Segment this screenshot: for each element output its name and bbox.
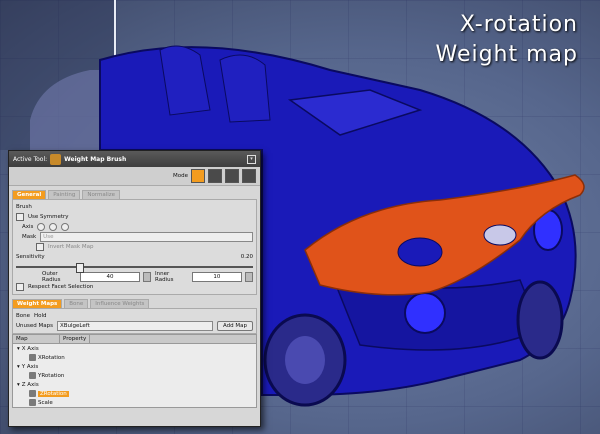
sub-tab-hold[interactable]: Hold [34, 313, 47, 319]
tab-influence-weights[interactable]: Influence Weights [90, 299, 150, 308]
tree-item-yrotation[interactable]: YRotation [13, 371, 256, 380]
unused-maps-select[interactable]: XBulgeLeft [56, 321, 213, 331]
weight-tabs: Weight Maps Bone Influence Weights [9, 295, 260, 308]
inner-radius-label: Inner Radius [155, 271, 174, 283]
outer-radius-label: Outer Radius [42, 271, 61, 283]
tree-item-scale[interactable]: Scale [13, 398, 256, 407]
mode-label: Mode [173, 173, 188, 179]
brush-section-label: Brush [16, 204, 32, 210]
axis-y-radio[interactable] [49, 223, 58, 231]
tool-name: Weight Map Brush [64, 155, 127, 163]
sensitivity-label: Sensitivity [16, 254, 45, 260]
weight-map-icon [29, 390, 36, 397]
tab-bone[interactable]: Bone [64, 299, 89, 308]
tree-header-map: Map [13, 335, 60, 343]
tree-node-y-axis[interactable]: ▾ Y Axis [13, 362, 256, 371]
axis-z-radio[interactable] [61, 223, 70, 231]
panel-titlebar: Active Tool: Weight Map Brush ▾ [9, 151, 260, 167]
tab-weight-maps[interactable]: Weight Maps [12, 299, 63, 308]
weight-map-icon [29, 399, 36, 406]
slider-knob[interactable] [76, 263, 84, 273]
invert-mask-label: Invert Mask Map [48, 244, 94, 250]
sensitivity-slider[interactable] [16, 263, 253, 273]
axis-label: Axis [22, 224, 34, 230]
mask-label: Mask [22, 234, 37, 240]
tree-header-property: Property [60, 335, 91, 343]
tree-item-xrotation[interactable]: XRotation [13, 353, 256, 362]
tool-tabs: General Painting Normalize [9, 186, 260, 199]
add-map-button[interactable]: Add Map [216, 321, 253, 331]
respect-facet-checkbox[interactable] [16, 283, 24, 291]
expand-icon[interactable]: ▾ [17, 364, 20, 370]
sensitivity-value: 0.20 [240, 254, 253, 260]
brush-section: Brush Use Symmetry Axis Mask Use Invert … [12, 199, 257, 295]
tab-painting[interactable]: Painting [48, 190, 81, 199]
inner-radius-spinner[interactable] [245, 272, 253, 282]
axis-x-radio[interactable] [37, 223, 46, 231]
overlay-title-line1: X-rotation [459, 12, 578, 37]
panel-menu-icon[interactable]: ▾ [247, 154, 256, 164]
outer-radius-input[interactable]: 40 [79, 272, 141, 282]
erase-mode-icon[interactable] [225, 169, 239, 183]
invert-mask-checkbox[interactable] [36, 243, 44, 251]
use-symmetry-label: Use Symmetry [28, 214, 69, 220]
weight-map-brush-panel: Active Tool: Weight Map Brush ▾ Mode Gen… [8, 150, 261, 427]
tab-normalize[interactable]: Normalize [82, 190, 121, 199]
tree-item-zrotation[interactable]: ZRotation [13, 389, 256, 398]
mode-row: Mode [9, 167, 260, 186]
weight-map-icon [29, 372, 36, 379]
paint-mode-icon[interactable] [191, 169, 205, 183]
tab-general[interactable]: General [12, 190, 47, 199]
mask-select[interactable]: Use [40, 232, 253, 242]
fill-mode-icon[interactable] [242, 169, 256, 183]
weight-map-tree: Map Property ▾ X Axis XRotation ▾ Y Axis Y… [12, 334, 257, 408]
expand-icon[interactable]: ▾ [17, 346, 20, 352]
respect-facet-label: Respect Facet Selection [28, 284, 94, 290]
tree-node-z-axis[interactable]: ▾ Z Axis [13, 380, 256, 389]
weight-map-icon [29, 354, 36, 361]
active-tool-label: Active Tool: [13, 155, 48, 163]
weight-maps-section: Bone Hold Unused Maps XBulgeLeft Add Map [12, 308, 257, 334]
expand-icon[interactable]: ▾ [17, 382, 20, 388]
inner-radius-input[interactable]: 10 [191, 272, 243, 282]
sub-tab-bone[interactable]: Bone [16, 313, 30, 319]
slider-track [16, 266, 253, 268]
smooth-mode-icon[interactable] [208, 169, 222, 183]
tree-node-x-axis[interactable]: ▾ X Axis [13, 344, 256, 353]
unused-maps-label: Unused Maps [16, 323, 53, 329]
outer-radius-spinner[interactable] [143, 272, 152, 282]
overlay-title-line2: Weight map [435, 42, 578, 67]
tree-header: Map Property [13, 335, 256, 344]
use-symmetry-checkbox[interactable] [16, 213, 24, 221]
brush-icon [50, 153, 62, 165]
